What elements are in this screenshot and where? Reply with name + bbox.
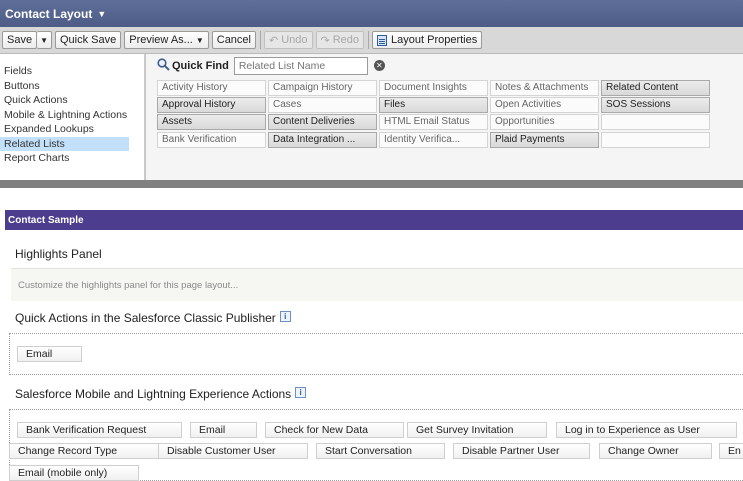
layout-title-bar[interactable]: Contact Layout ▼ [0,0,743,27]
palette-item-opportunities[interactable]: Opportunities [490,114,599,130]
layout-properties-icon [377,34,388,46]
highlights-panel[interactable]: Customize the highlights panel for this … [11,268,743,301]
classic-action-email[interactable]: Email [17,346,82,362]
info-icon[interactable]: i [279,311,291,322]
page-title: Contact Layout [5,6,93,21]
mobile-action-email[interactable]: Email [190,422,257,438]
palette-item-related-content[interactable]: Related Content [601,80,710,96]
palette-category-related-lists[interactable]: Related Lists [0,136,129,151]
highlights-panel-title: Highlights Panel [15,247,102,261]
quick-save-button[interactable]: Quick Save [55,31,122,49]
palette-categories: Fields Buttons Quick Actions Mobile & Light… [0,54,146,180]
chevron-down-icon[interactable]: ▼ [97,9,106,19]
palette-category-mobile-lightning-actions[interactable]: Mobile & Lightning Actions [0,108,144,123]
mobile-action-change-owner[interactable]: Change Owner [599,443,712,459]
palette-empty-cell [601,114,710,130]
mobile-action-get-survey-invitation[interactable]: Get Survey Invitation [407,422,547,438]
cancel-button[interactable]: Cancel [211,31,256,49]
redo-icon: ↷ [320,34,330,47]
mobile-actions-dropzone: Bank Verification Request Email Check for … [9,409,743,481]
clear-icon[interactable]: ✕ [373,60,385,71]
palette-item-data-integration[interactable]: Data Integration ... [268,132,377,148]
redo-button[interactable]: ↷ Redo [315,31,365,49]
palette-item-notes-attachments[interactable]: Notes & Attachments [490,80,599,96]
toolbar-divider [260,31,261,49]
classic-actions-title: Quick Actions in the Salesforce Classic … [15,311,291,325]
palette-item-campaign-history[interactable]: Campaign History [268,80,377,96]
palette-item-html-email-status[interactable]: HTML Email Status [379,114,488,130]
quick-find: Quick Find ✕ [157,56,385,75]
classic-actions-dropzone: Email [9,333,743,375]
undo-button[interactable]: ↶ Undo [264,31,313,49]
palette-item-activity-history[interactable]: Activity History [157,80,266,96]
palette-item-cases[interactable]: Cases [268,97,377,113]
mobile-actions-label: Salesforce Mobile and Lightning Experien… [15,387,292,401]
mobile-action-log-in-to-experience-as-user[interactable]: Log in to Experience as User [556,422,737,438]
sample-header: Contact Sample [5,210,743,230]
search-icon [157,57,170,74]
toolbar-divider [368,31,370,49]
palette-item-plaid-payments[interactable]: Plaid Payments [490,132,599,148]
palette-category-fields[interactable]: Fields [0,64,144,79]
preview-as-label: Preview As... [129,34,193,46]
palette-item-document-insights[interactable]: Document Insights [379,80,488,96]
palette-gap [0,188,743,210]
classic-actions-label: Quick Actions in the Salesforce Classic … [15,311,276,325]
mobile-action-disable-partner-user[interactable]: Disable Partner User [453,443,590,459]
mobile-action-change-record-type[interactable]: Change Record Type [9,443,169,459]
palette-empty-cell [601,132,710,148]
save-split-button: Save ▼ [2,31,52,49]
mobile-action-start-conversation[interactable]: Start Conversation [316,443,445,459]
mobile-action-check-for-new-data[interactable]: Check for New Data [265,422,404,438]
palette-category-quick-actions[interactable]: Quick Actions [0,93,144,108]
info-icon[interactable]: i [295,387,307,398]
palette-item-sos-sessions[interactable]: SOS Sessions [601,97,710,113]
palette-category-buttons[interactable]: Buttons [0,79,144,94]
layout-properties-button[interactable]: Layout Properties [372,31,483,49]
chevron-down-icon: ▼ [195,35,204,45]
save-dropdown-icon[interactable]: ▼ [37,31,52,49]
highlights-panel-hint: Customize the highlights panel for this … [18,280,239,291]
preview-as-button[interactable]: Preview As... ▼ [124,31,209,49]
palette-bottom-border [0,180,743,188]
palette-category-expanded-lookups[interactable]: Expanded Lookups [0,122,144,137]
palette-item-open-activities[interactable]: Open Activities [490,97,599,113]
mobile-action-en[interactable]: En [719,443,743,459]
undo-label: Undo [281,34,308,46]
redo-label: Redo [332,34,360,46]
layout-properties-label: Layout Properties [391,34,478,46]
palette-item-approval-history[interactable]: Approval History [157,97,266,113]
mobile-action-bank-verification-request[interactable]: Bank Verification Request [17,422,182,438]
mobile-action-email-mobile-only[interactable]: Email (mobile only) [9,465,139,481]
palette-item-assets[interactable]: Assets [157,114,266,130]
palette-item-content-deliveries[interactable]: Content Deliveries [268,114,377,130]
save-button[interactable]: Save [2,31,38,49]
palette: Fields Buttons Quick Actions Mobile & Light… [0,54,743,180]
palette-item-bank-verification[interactable]: Bank Verification [157,132,266,148]
palette-item-identity-verifica[interactable]: Identity Verifica... [379,132,488,148]
undo-icon: ↶ [269,34,279,47]
quick-find-input[interactable] [233,56,368,75]
palette-category-report-charts[interactable]: Report Charts [0,151,144,166]
mobile-action-disable-customer-user[interactable]: Disable Customer User [158,443,308,459]
quick-find-label: Quick Find [172,59,229,72]
palette-items-area: Quick Find ✕ Activity HistoryCampaign Hi… [148,54,743,180]
mobile-actions-title: Salesforce Mobile and Lightning Experien… [15,387,307,401]
toolbar: Save ▼ Quick Save Preview As... ▼ Cancel… [0,27,743,54]
palette-item-files[interactable]: Files [379,97,488,113]
